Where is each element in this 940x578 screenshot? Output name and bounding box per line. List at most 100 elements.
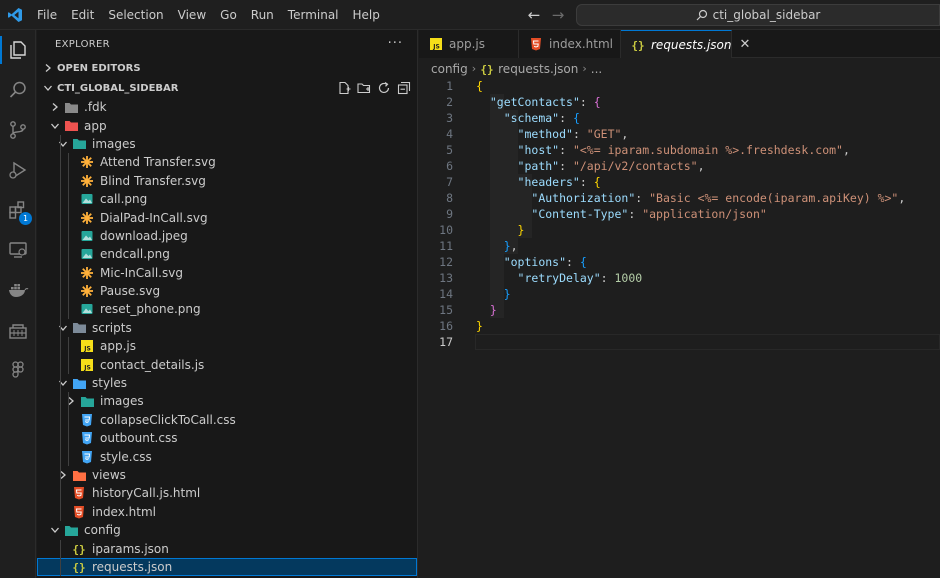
tree-file[interactable]: {} iparams.json: [37, 539, 417, 557]
code-line[interactable]: 16}: [419, 318, 940, 334]
go-back-icon[interactable]: ←: [526, 6, 542, 24]
tab-index-html[interactable]: index.html: [519, 30, 621, 58]
tree-file[interactable]: JS app.js: [37, 337, 417, 355]
svg-file-icon: [79, 173, 95, 189]
breadcrumb-item[interactable]: requests.json: [498, 62, 578, 76]
tab-requests-json[interactable]: {} requests.json ✕: [621, 30, 750, 58]
code-token: "<%= iparam.subdomain %>.freshdesk.com": [572, 143, 843, 157]
collapse-all-icon[interactable]: [396, 80, 411, 95]
run-debug-icon[interactable]: [0, 152, 36, 188]
tree-file[interactable]: download.jpeg: [37, 227, 417, 245]
menu-run[interactable]: Run: [244, 0, 281, 30]
close-icon[interactable]: ✕: [739, 37, 750, 52]
docker-icon[interactable]: [0, 272, 36, 308]
tree-file[interactable]: Pause.svg: [37, 282, 417, 300]
figma-icon[interactable]: [0, 352, 36, 388]
menu-help[interactable]: Help: [346, 0, 387, 30]
code-line[interactable]: 17: [419, 334, 940, 350]
go-forward-icon[interactable]: →: [550, 6, 566, 24]
code-text: "schema": {: [476, 111, 580, 125]
tree-file[interactable]: index.html: [37, 503, 417, 521]
chevron-right-icon: ›: [471, 62, 477, 75]
line-number: 15: [439, 303, 453, 317]
tree-file[interactable]: call.png: [37, 190, 417, 208]
tree-folder[interactable]: scripts: [37, 319, 417, 337]
tree-file[interactable]: reset_phone.png: [37, 300, 417, 318]
tree-file[interactable]: JS contact_details.js: [37, 355, 417, 373]
command-center-search[interactable]: cti_global_sidebar: [576, 4, 940, 26]
menu-selection[interactable]: Selection: [101, 0, 170, 30]
explorer-icon[interactable]: [0, 32, 36, 68]
workspace-section[interactable]: CTI_GLOBAL_SIDEBAR: [37, 78, 417, 98]
breadcrumb-item[interactable]: ...: [591, 62, 602, 76]
code-token: "application/json": [642, 207, 767, 221]
code-line[interactable]: 12 "options": {: [419, 254, 940, 270]
new-folder-icon[interactable]: [356, 80, 371, 95]
code-token: {: [572, 111, 580, 125]
tree-file[interactable]: endcall.png: [37, 245, 417, 263]
open-editors-section[interactable]: OPEN EDITORS: [37, 58, 417, 78]
tree-folder[interactable]: styles: [37, 374, 417, 392]
code-line[interactable]: 13 "retryDelay": 1000: [419, 270, 940, 286]
tree-folder[interactable]: images: [37, 135, 417, 153]
menu-edit[interactable]: Edit: [64, 0, 101, 30]
tree-file[interactable]: Attend Transfer.svg: [37, 153, 417, 171]
line-number: 16: [439, 319, 453, 333]
tree-file[interactable]: collapseClickToCall.css: [37, 411, 417, 429]
html-file-icon: [71, 485, 87, 501]
code-line[interactable]: 4 "method": "GET",: [419, 126, 940, 142]
new-file-icon[interactable]: [336, 80, 351, 95]
tree-folder[interactable]: images: [37, 392, 417, 410]
code-token: "retryDelay": [517, 271, 601, 285]
tree-file[interactable]: DialPad-InCall.svg: [37, 208, 417, 226]
more-actions-icon[interactable]: ···: [388, 36, 403, 51]
tree-folder[interactable]: config: [37, 521, 417, 539]
image-file-icon: [79, 301, 95, 317]
code-line[interactable]: 8 "Authorization": "Basic <%= encode(ipa…: [419, 190, 940, 206]
menu-go[interactable]: Go: [213, 0, 244, 30]
code-token: "method": [517, 127, 573, 141]
code-line[interactable]: 2 "getContacts": {: [419, 94, 940, 110]
code-line[interactable]: 6 "path": "/api/v2/contacts",: [419, 158, 940, 174]
menu-file[interactable]: File: [30, 0, 64, 30]
code-token: {: [579, 255, 587, 269]
tab-app-js[interactable]: JS app.js: [419, 30, 519, 58]
search-view-icon[interactable]: [0, 72, 36, 108]
testing-icon[interactable]: [0, 312, 36, 348]
workspace-label: CTI_GLOBAL_SIDEBAR: [57, 82, 179, 94]
breadcrumb-item[interactable]: config: [431, 62, 468, 76]
extensions-icon[interactable]: 1: [0, 192, 36, 228]
tree-file[interactable]: {} requests.json: [37, 557, 417, 577]
tree-folder[interactable]: .fdk: [37, 98, 417, 116]
tree-file[interactable]: outbount.css: [37, 429, 417, 447]
code-line[interactable]: 1{: [419, 78, 940, 94]
remote-explorer-icon[interactable]: [0, 232, 36, 268]
refresh-icon[interactable]: [376, 80, 391, 95]
source-control-icon[interactable]: [0, 112, 36, 148]
code-line[interactable]: 5 "host": "<%= iparam.subdomain %>.fresh…: [419, 142, 940, 158]
tree-file[interactable]: style.css: [37, 447, 417, 465]
html-file-icon: [529, 37, 543, 51]
line-number: 12: [439, 255, 453, 269]
tree-file[interactable]: Mic-InCall.svg: [37, 264, 417, 282]
tree-file[interactable]: Blind Transfer.svg: [37, 172, 417, 190]
code-line[interactable]: 11 },: [419, 238, 940, 254]
code-line[interactable]: 14 }: [419, 286, 940, 302]
code-editor[interactable]: 1{2 "getContacts": {3 "schema": {4 "meth…: [419, 78, 940, 578]
code-line[interactable]: 7 "headers": {: [419, 174, 940, 190]
menu-view[interactable]: View: [171, 0, 213, 30]
code-line[interactable]: 9 "Content-Type": "application/json": [419, 206, 940, 222]
code-line[interactable]: 3 "schema": {: [419, 110, 940, 126]
tree-file[interactable]: historyCall.js.html: [37, 484, 417, 502]
tree-folder[interactable]: views: [37, 466, 417, 484]
tree-item-label: collapseClickToCall.css: [100, 412, 236, 427]
chevron-down-icon: [39, 83, 57, 93]
tree-folder[interactable]: app: [37, 116, 417, 134]
code-line[interactable]: 15 }: [419, 302, 940, 318]
menu-terminal[interactable]: Terminal: [281, 0, 346, 30]
code-line[interactable]: 10 }: [419, 222, 940, 238]
code-token: "path": [517, 159, 560, 173]
code-token: }: [489, 303, 497, 317]
